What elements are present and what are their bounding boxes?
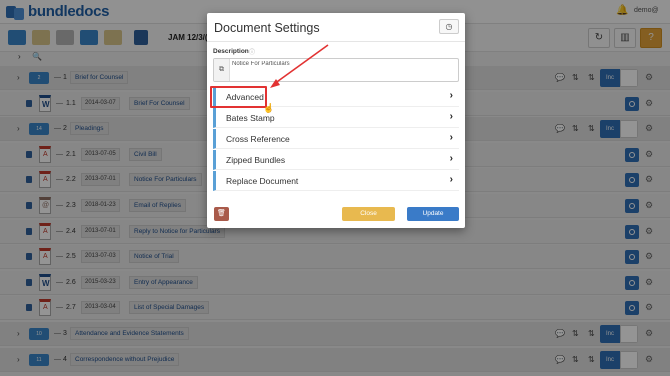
section-replace-document[interactable]: Replace Document › — [213, 171, 459, 191]
delete-button[interactable]: 🗑 — [214, 207, 229, 221]
trash-icon: 🗑 — [217, 210, 226, 217]
description-label: Description — [213, 48, 249, 55]
section-replace-document-label: Replace Document — [226, 176, 299, 186]
section-cross-reference-label: Cross Reference — [226, 134, 290, 144]
copy-icon[interactable]: ⧉ — [214, 59, 230, 81]
description-input[interactable]: Notice For Particulars — [232, 61, 456, 79]
section-cross-reference[interactable]: Cross Reference › — [213, 129, 459, 149]
chevron-right-icon: › — [449, 111, 453, 122]
chevron-right-icon: › — [449, 174, 453, 185]
chevron-right-icon: › — [449, 153, 453, 164]
cursor-icon: ☝ — [263, 103, 275, 113]
advanced-highlight-box — [210, 86, 267, 108]
chevron-right-icon: › — [449, 90, 453, 101]
section-bates-stamp[interactable]: Bates Stamp › — [213, 108, 459, 128]
history-icon[interactable]: ◷ — [439, 19, 459, 34]
document-settings-modal: Document Settings ◷ Description ⓘ ⧉ Noti… — [207, 13, 465, 228]
info-icon: ⓘ — [249, 50, 256, 56]
close-button[interactable]: Close — [342, 207, 395, 221]
section-zipped-bundles[interactable]: Zipped Bundles › — [213, 150, 459, 170]
section-zipped-bundles-label: Zipped Bundles — [226, 155, 286, 165]
update-button[interactable]: Update — [407, 207, 459, 221]
section-bates-stamp-label: Bates Stamp — [226, 113, 275, 123]
chevron-right-icon: › — [449, 132, 453, 143]
modal-title: Document Settings — [214, 21, 320, 35]
description-field: ⧉ Notice For Particulars — [213, 58, 459, 82]
modal-divider — [207, 41, 465, 42]
